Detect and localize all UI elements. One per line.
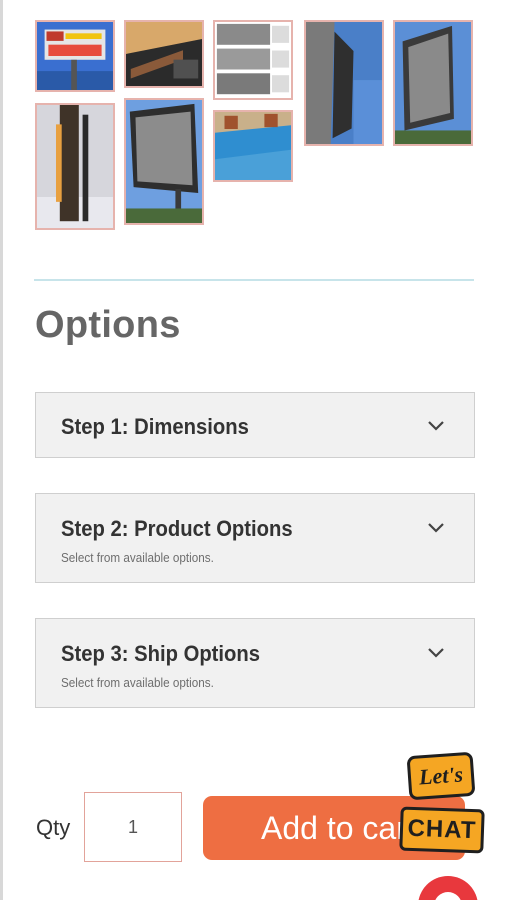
billboard-sign-photo[interactable] xyxy=(35,20,115,92)
page-edge xyxy=(0,0,3,900)
sign-frame-photo[interactable] xyxy=(393,20,473,146)
step-subtitle: Select from available options. xyxy=(61,675,214,690)
chevron-down-icon xyxy=(428,421,444,431)
chevron-down-icon xyxy=(428,523,444,533)
chat-widget[interactable]: Let's CHAT xyxy=(398,751,488,856)
options-heading: Options xyxy=(35,304,181,346)
scroll-to-top-icon[interactable] xyxy=(410,866,486,900)
quantity-input[interactable] xyxy=(84,792,182,862)
section-divider xyxy=(34,279,474,281)
step-dimensions-accordion[interactable]: Step 1: Dimensions xyxy=(35,392,475,458)
chat-bottom-badge: CHAT xyxy=(399,806,485,854)
step-subtitle: Select from available options. xyxy=(61,550,214,565)
step-ship-options-accordion[interactable]: Step 3: Ship Options Select from availab… xyxy=(35,618,475,708)
sign-underside-photo[interactable] xyxy=(124,20,204,88)
qty-label: Qty xyxy=(36,815,71,840)
step-title: Step 3: Ship Options xyxy=(61,641,261,666)
step-product-options-accordion[interactable]: Step 2: Product Options Select from avai… xyxy=(35,493,475,583)
pole-sign-photo[interactable] xyxy=(35,103,115,230)
sign-panel-blue-sky-photo[interactable] xyxy=(124,98,204,225)
step-title: Step 1: Dimensions xyxy=(61,414,249,439)
step-title: Step 2: Product Options xyxy=(61,516,293,541)
sign-panels-photo[interactable] xyxy=(213,20,293,100)
chevron-down-icon xyxy=(428,648,444,658)
chat-top-badge: Let's xyxy=(406,751,476,801)
building-sign-photo[interactable] xyxy=(304,20,384,146)
blue-wall-photo[interactable] xyxy=(213,110,293,182)
